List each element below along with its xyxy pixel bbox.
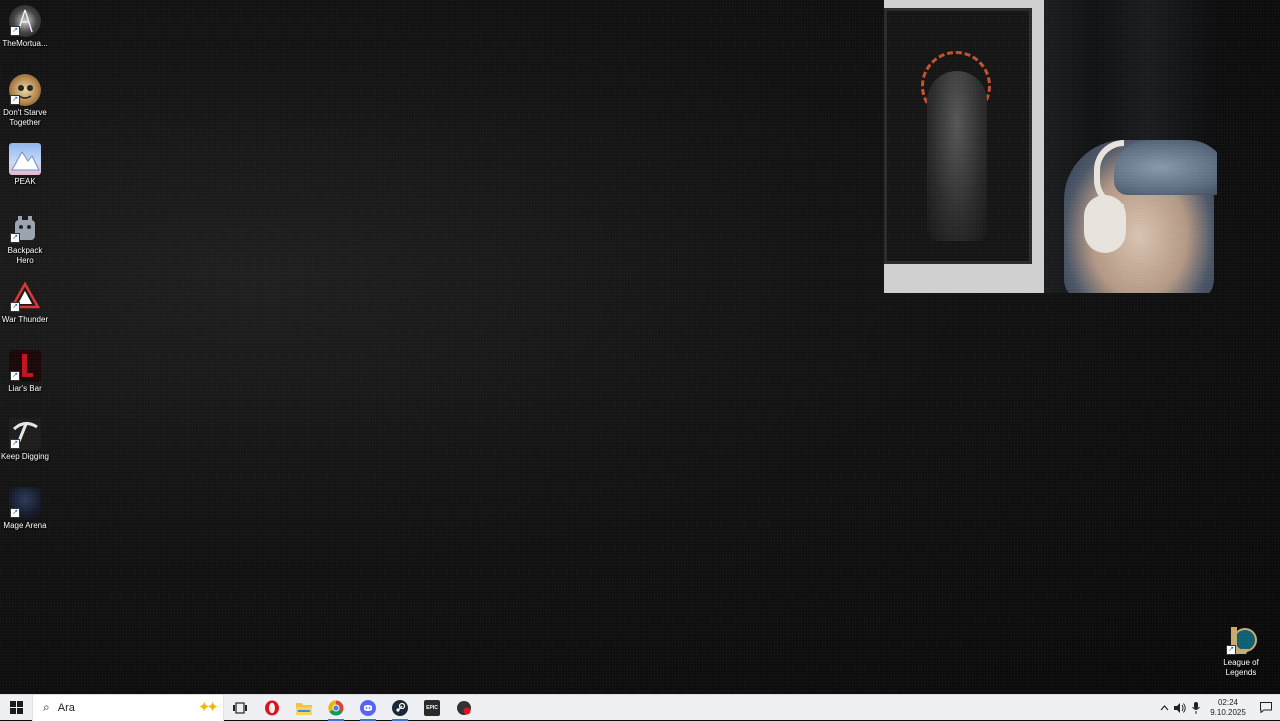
desktop-icon-liars-bar[interactable]: ↗ Liar's Bar (0, 350, 50, 394)
taskbar-epic-games[interactable]: EPIC (416, 695, 448, 721)
desktop-icon-label: War Thunder (1, 315, 49, 324)
windows-icon (9, 701, 23, 714)
search-input[interactable]: ⌕ Ara ✦✦ (32, 694, 224, 721)
search-placeholder: Ara (57, 701, 75, 714)
opera-icon (265, 700, 279, 715)
desktop-icon-dont-starve-together[interactable]: ↗ Don't Starve Together (0, 74, 50, 128)
wall-poster (884, 8, 1032, 264)
taskbar-obs[interactable] (448, 695, 480, 721)
notification-icon (1260, 702, 1272, 713)
speaker-icon[interactable] (1172, 695, 1188, 721)
microphone-icon[interactable] (1188, 695, 1204, 721)
taskbar-chrome[interactable] (320, 695, 352, 721)
keep-digging-icon: ↗ (9, 418, 41, 450)
chrome-icon (328, 699, 344, 716)
record-icon (457, 700, 471, 715)
clock-time: 02:24 (1217, 697, 1239, 707)
system-clock[interactable]: 02:24 9.10.2025 (1204, 698, 1252, 718)
search-highlight-icon[interactable]: ✦✦ (198, 698, 219, 716)
desktop-icon-war-thunder[interactable]: ↗ War Thunder (0, 281, 50, 325)
search-icon: ⌕ (43, 700, 50, 714)
webcam-overlay (884, 0, 1217, 293)
taskbar-opera[interactable] (256, 695, 288, 721)
desktop-icon-keep-digging[interactable]: ↗ Keep Digging (0, 418, 50, 462)
desktop-icon-label: PEAK (14, 177, 36, 186)
start-button[interactable] (0, 695, 32, 721)
war-thunder-icon: ↗ (9, 281, 41, 313)
epic-games-icon: EPIC (424, 699, 440, 716)
mortuary-assistant-icon: ↗ (9, 5, 41, 37)
liars-bar-icon: ↗ (9, 350, 41, 382)
system-tray: 02:24 9.10.2025 (1156, 695, 1280, 721)
desktop-background: ↗ TheMortua... ↗ Don't Starve Together P… (0, 0, 1280, 694)
chevron-up-icon[interactable] (1156, 695, 1172, 721)
desktop-icon-league-of-legends[interactable]: ↗ League of Legends (1216, 624, 1266, 678)
taskbar-discord[interactable] (352, 695, 384, 721)
backpack-hero-icon: ↗ (9, 212, 41, 244)
folder-icon (296, 702, 312, 715)
desktop-icon-label: Keep Digging (0, 452, 50, 461)
taskbar-steam[interactable] (384, 695, 416, 721)
mage-arena-icon: ↗ (9, 487, 41, 519)
desktop-icon-label: Mage Arena (3, 521, 47, 530)
desktop-icon-mortuary[interactable]: ↗ TheMortua... (0, 5, 50, 49)
peak-icon (9, 143, 41, 175)
notification-button[interactable] (1252, 702, 1280, 713)
league-of-legends-icon: ↗ (1225, 624, 1257, 656)
desktop-icon-mage-arena[interactable]: ↗ Mage Arena (0, 487, 50, 531)
desktop-icon-label: TheMortua... (2, 39, 48, 48)
desktop-icon-peak[interactable]: PEAK (0, 143, 50, 187)
taskbar-file-explorer[interactable] (288, 695, 320, 721)
task-view-button[interactable] (224, 695, 256, 721)
headphones (1084, 195, 1126, 253)
desktop-icon-backpack-hero[interactable]: ↗ Backpack Hero (0, 212, 50, 266)
dont-starve-together-icon: ↗ (9, 74, 41, 106)
taskbar: ⌕ Ara ✦✦ EPIC 02:24 9.10.2025 (0, 694, 1280, 721)
desktop-icon-label: League of Legends (1223, 658, 1259, 677)
desktop-icon-label: Backpack Hero (7, 246, 43, 265)
steam-icon (392, 699, 408, 716)
discord-icon (360, 699, 376, 716)
clock-date: 9.10.2025 (1210, 707, 1246, 717)
desktop-icon-label: Don't Starve Together (3, 108, 47, 127)
desktop-icon-label: Liar's Bar (8, 384, 42, 393)
task-view-icon (233, 701, 247, 714)
